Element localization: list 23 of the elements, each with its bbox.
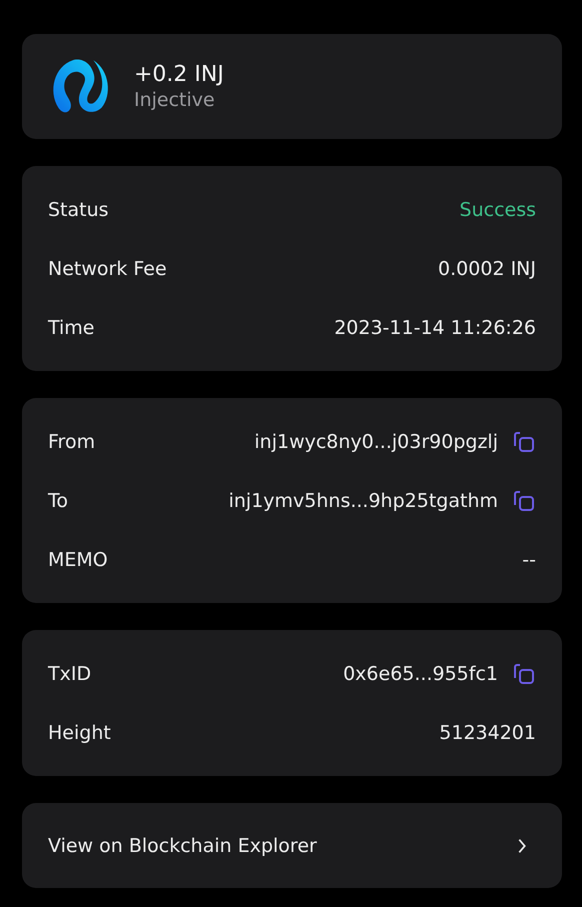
row-value: Success — [460, 198, 536, 220]
amount: +0.2 INJ — [134, 62, 224, 87]
row-label: To — [48, 490, 68, 512]
row-value: inj1ymv5hns...9hp25tgathm — [228, 490, 498, 512]
row-label: Time — [48, 316, 94, 338]
row-value: inj1wyc8ny0...j03r90pgzlj — [254, 430, 498, 452]
row-label: MEMO — [48, 548, 108, 570]
copy-icon[interactable] — [512, 430, 536, 454]
row-label: TxID — [48, 662, 92, 684]
network-name: Injective — [134, 89, 216, 111]
row-value: 0.0002 INJ — [438, 258, 536, 280]
row-label: Status — [48, 198, 109, 220]
row-value: 51234201 — [439, 722, 536, 744]
row-value: 0x6e65...955fc1 — [343, 662, 498, 684]
row-label: Network Fee — [48, 258, 167, 280]
copy-icon[interactable] — [512, 488, 536, 512]
chevron-right-icon — [516, 836, 528, 854]
row-label: Height — [48, 722, 111, 744]
explorer-link[interactable]: View on Blockchain Explorer — [22, 803, 562, 888]
row-value: -- — [522, 548, 536, 570]
copy-icon[interactable] — [512, 662, 536, 686]
row-label: From — [48, 430, 96, 452]
row-value: 2023-11-14 11:26:26 — [334, 316, 536, 338]
